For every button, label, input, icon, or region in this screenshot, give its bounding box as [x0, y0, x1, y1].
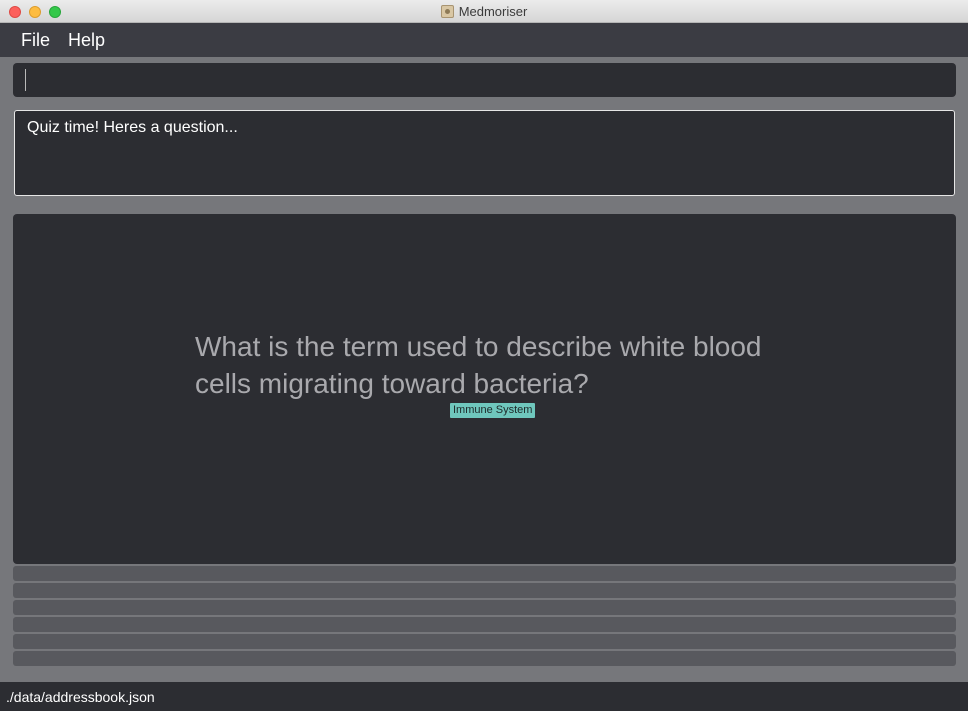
list-item[interactable] [13, 583, 956, 598]
question-panel: What is the term used to describe white … [13, 214, 956, 564]
menu-bar: File Help [0, 23, 968, 57]
result-message: Quiz time! Heres a question... [27, 119, 238, 136]
app-icon [440, 5, 454, 18]
list-item[interactable] [13, 634, 956, 649]
menu-help[interactable]: Help [59, 30, 114, 51]
data-file-path: ./data/addressbook.json [6, 688, 155, 705]
question-list[interactable] [13, 566, 956, 670]
list-item[interactable] [13, 617, 956, 632]
topic-tag: Immune System [450, 403, 536, 418]
list-item[interactable] [13, 600, 956, 615]
command-box[interactable] [13, 63, 956, 99]
result-display[interactable]: Quiz time! Heres a question... [14, 110, 955, 196]
text-caret [25, 69, 26, 91]
list-item[interactable] [13, 566, 956, 581]
command-input[interactable] [27, 63, 951, 99]
app-window: Medmoriser File Help Quiz time! Heres a … [0, 0, 968, 711]
title-bar[interactable]: Medmoriser [0, 0, 968, 23]
window-title: Medmoriser [458, 4, 528, 19]
menu-file[interactable]: File [12, 30, 59, 51]
status-bar: ./data/addressbook.json [0, 682, 968, 711]
window-title-group: Medmoriser [0, 0, 968, 23]
list-item[interactable] [13, 651, 956, 666]
question-text: What is the term used to describe white … [195, 331, 762, 399]
